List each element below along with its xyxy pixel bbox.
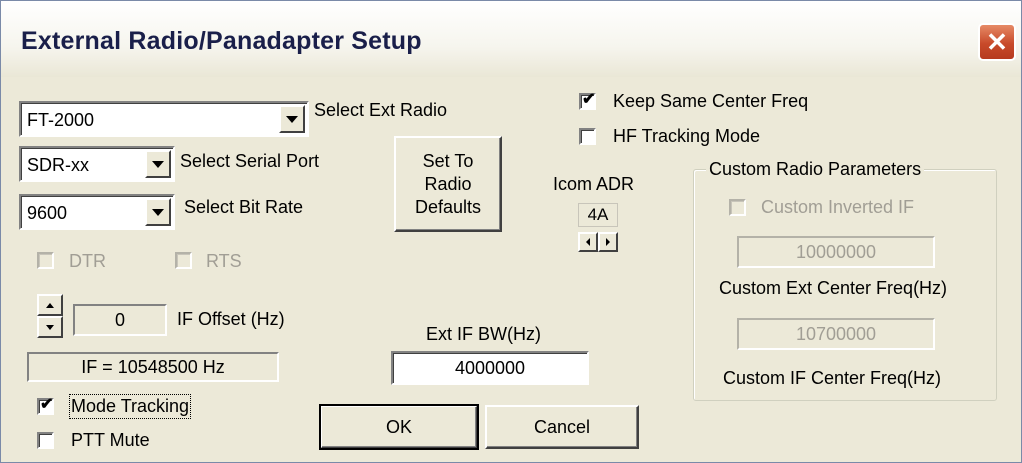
chevron-down-icon — [152, 208, 164, 216]
if-offset-input[interactable]: 0 — [73, 304, 167, 336]
custom-if-center-input[interactable]: 10700000 — [737, 318, 935, 350]
checkmark-icon: ✔ — [40, 396, 54, 413]
cancel-button[interactable]: Cancel — [485, 405, 639, 449]
setup-dialog: External Radio/Panadapter Setup ✕ FT-200… — [0, 0, 1022, 463]
title-bar[interactable]: External Radio/Panadapter Setup ✕ — [1, 1, 1021, 77]
ext-if-bw-input[interactable]: 4000000 — [391, 351, 589, 385]
ext-if-bw-label: Ext IF BW(Hz) — [426, 324, 541, 344]
ok-button[interactable]: OK — [319, 404, 479, 450]
arrow-left-icon — [586, 238, 590, 246]
icom-adr-label: Icom ADR — [553, 174, 635, 194]
hf-tracking-label: HF Tracking Mode — [613, 126, 761, 146]
keep-center-label: Keep Same Center Freq — [613, 91, 809, 111]
mode-tracking-checkbox[interactable]: ✔ — [37, 396, 54, 415]
bit-rate-value: 9600 — [27, 203, 68, 223]
custom-ext-center-input[interactable]: 10000000 — [737, 236, 935, 268]
if-frequency-display: IF = 10548500 Hz — [27, 352, 279, 382]
if-offset-decrement[interactable] — [37, 316, 63, 338]
icom-adr-decrement[interactable] — [578, 232, 598, 252]
keep-center-checkbox[interactable]: ✔ — [579, 91, 596, 110]
arrow-right-icon — [606, 238, 610, 246]
mode-tracking-label: Mode Tracking — [68, 394, 192, 419]
hf-tracking-checkbox[interactable] — [579, 128, 596, 145]
bit-rate-label: Select Bit Rate — [184, 197, 304, 217]
if-offset-increment[interactable] — [37, 294, 63, 316]
serial-port-select[interactable]: SDR-xx — [19, 146, 175, 182]
custom-ext-center-label: Custom Ext Center Freq(Hz) — [719, 278, 948, 298]
arrow-up-icon — [46, 302, 54, 308]
bit-rate-select[interactable]: 9600 — [19, 194, 175, 230]
arrow-down-icon — [46, 324, 54, 330]
if-offset-label: IF Offset (Hz) — [177, 309, 285, 329]
dtr-checkbox[interactable] — [37, 252, 54, 269]
ext-radio-value: FT-2000 — [27, 110, 95, 130]
defaults-line-2: Radio — [424, 173, 472, 194]
custom-if-center-label: Custom IF Center Freq(Hz) — [723, 368, 942, 388]
chevron-down-icon — [286, 115, 298, 123]
bit-rate-dropdown-button[interactable] — [145, 198, 171, 226]
ptt-mute-label: PTT Mute — [71, 430, 150, 450]
icom-adr-value: 4A — [578, 203, 618, 227]
ptt-mute-checkbox[interactable] — [37, 432, 54, 449]
checkmark-icon: ✔ — [582, 91, 596, 108]
icom-adr-increment[interactable] — [598, 232, 618, 252]
set-radio-defaults-button[interactable]: Set To Radio Defaults — [394, 136, 502, 232]
close-button[interactable]: ✕ — [978, 23, 1016, 61]
custom-group-label: Custom Radio Parameters — [706, 159, 925, 180]
ext-radio-select[interactable]: FT-2000 — [19, 101, 309, 137]
defaults-line-1: Set To — [422, 150, 474, 171]
defaults-line-3: Defaults — [414, 196, 482, 217]
serial-port-value: SDR-xx — [27, 155, 89, 175]
chevron-down-icon — [152, 160, 164, 168]
serial-port-label: Select Serial Port — [180, 151, 320, 171]
serial-port-dropdown-button[interactable] — [145, 150, 171, 178]
ext-radio-dropdown-button[interactable] — [279, 105, 305, 133]
rts-label: RTS — [206, 251, 242, 271]
rts-checkbox[interactable] — [175, 252, 192, 269]
dtr-label: DTR — [69, 251, 106, 271]
close-icon: ✕ — [986, 27, 1008, 57]
window-title: External Radio/Panadapter Setup — [21, 27, 422, 55]
custom-inverted-if-label: Custom Inverted IF — [761, 197, 915, 217]
custom-inverted-if-checkbox[interactable] — [729, 199, 746, 216]
ext-radio-label: Select Ext Radio — [314, 100, 448, 120]
